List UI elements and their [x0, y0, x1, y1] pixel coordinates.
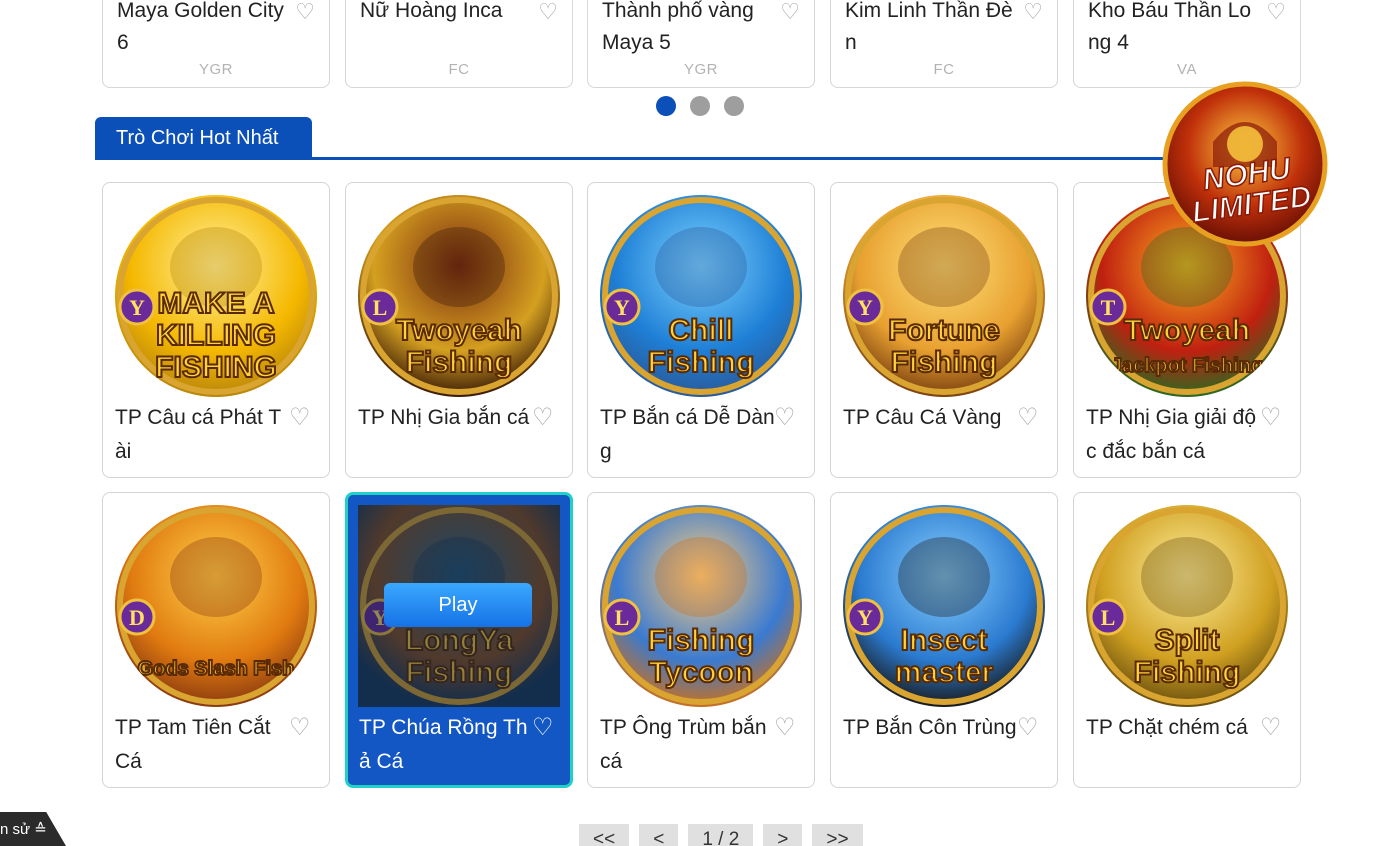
game-card[interactable]: Y MAKE A KILLING FISHING TP Câu cá Phát Tài ♡: [102, 182, 330, 478]
carousel-dot[interactable]: [724, 96, 744, 116]
game-thumbnail[interactable]: L Twoyeah Fishing: [358, 195, 560, 397]
game-art-title: Twoyeah: [1124, 314, 1250, 347]
favorite-heart-icon[interactable]: ♡: [1023, 0, 1043, 25]
game-art-title: Insect: [901, 624, 988, 657]
provider-label: YGR: [198, 61, 233, 78]
provider-letter: L: [373, 295, 388, 320]
game-title[interactable]: TP Câu Cá Vàng: [843, 401, 1019, 435]
provider-label: FC: [448, 61, 470, 78]
game-title[interactable]: TP Bắn cá Dễ Dàng: [600, 401, 776, 469]
game-art-title: Fishing: [1134, 656, 1241, 689]
favorite-heart-icon[interactable]: ♡: [1017, 713, 1039, 743]
game-art-title: KILLING: [156, 319, 276, 352]
game-card[interactable]: Y Chill Fishing TP Bắn cá Dễ Dàng ♡: [587, 182, 815, 478]
game-art-title: MAKE A: [157, 287, 274, 320]
provider-letter: Y: [857, 605, 873, 630]
favorite-heart-icon[interactable]: ♡: [538, 0, 558, 25]
game-art-title: Gods Slash Fish: [138, 658, 295, 680]
favorite-heart-icon[interactable]: ♡: [1017, 403, 1039, 433]
game-title[interactable]: TP Bắn Côn Trùng: [843, 711, 1019, 745]
section-divider: [95, 157, 1195, 160]
top-game-name: Nữ Hoàng Inca: [360, 0, 503, 22]
favorite-heart-icon[interactable]: ♡: [289, 403, 311, 433]
game-art-title: Jackpot Fishing: [1111, 355, 1263, 377]
provider-label: YGR: [683, 61, 718, 78]
provider-letter: Y: [857, 295, 873, 320]
carousel-dots: [656, 96, 744, 116]
game-art-title: Split: [1155, 624, 1220, 657]
game-thumbnail[interactable]: Y Fortune Fishing: [843, 195, 1045, 397]
favorite-heart-icon[interactable]: ♡: [1260, 713, 1282, 743]
game-title[interactable]: TP Chặt chém cá: [1086, 711, 1262, 745]
game-title[interactable]: TP Câu cá Phát Tài: [115, 401, 291, 469]
provider-letter: Y: [614, 295, 630, 320]
game-card[interactable]: L Split Fishing TP Chặt chém cá ♡: [1073, 492, 1301, 788]
favorite-heart-icon[interactable]: ♡: [289, 713, 311, 743]
top-game-name: Maya Golden City6: [117, 0, 284, 54]
game-art-title: Fishing: [648, 346, 755, 379]
pagination: << < 1 / 2 > >>: [579, 824, 863, 846]
pagination-first-button[interactable]: <<: [579, 824, 630, 846]
play-button[interactable]: Play: [384, 583, 532, 627]
favorite-heart-icon[interactable]: ♡: [774, 713, 796, 743]
game-art-title: master: [895, 656, 994, 689]
pagination-next-button[interactable]: >: [763, 824, 803, 846]
game-art-title: Chill: [669, 314, 734, 347]
favorite-heart-icon[interactable]: ♡: [1260, 403, 1282, 433]
history-side-tab[interactable]: n sử ≙: [0, 812, 66, 846]
game-card[interactable]: Y LongYa Fishing Play TP Chúa Rồng Thả Cá ♡: [345, 492, 573, 788]
game-thumbnail[interactable]: Y MAKE A KILLING FISHING: [115, 195, 317, 397]
top-game-name: Kim Linh Thần Đèn: [845, 0, 1013, 54]
game-title[interactable]: TP Ông Trùm bắn cá: [600, 711, 776, 779]
game-thumbnail[interactable]: D Gods Slash Fish: [115, 505, 317, 707]
provider-letter: L: [615, 605, 630, 630]
pagination-page-indicator: 1 / 2: [688, 824, 754, 846]
game-card[interactable]: L Twoyeah Fishing TP Nhị Gia bắn cá ♡: [345, 182, 573, 478]
game-thumbnail[interactable]: Y Chill Fishing: [600, 195, 802, 397]
provider-letter: D: [129, 605, 145, 630]
game-card[interactable]: D Gods Slash Fish TP Tam Tiên Cắt Cá ♡: [102, 492, 330, 788]
game-art-title: Fishing: [648, 624, 755, 657]
top-game-card[interactable]: Thành phố vàng Maya 5 ♡ YGR: [587, 0, 815, 88]
top-game-card[interactable]: Nữ Hoàng Inca ♡ FC: [345, 0, 573, 88]
favorite-heart-icon[interactable]: ♡: [532, 713, 554, 743]
top-game-card[interactable]: Maya Golden City6 ♡ YGR: [102, 0, 330, 88]
game-title[interactable]: TP Tam Tiên Cắt Cá: [115, 711, 291, 779]
favorite-heart-icon[interactable]: ♡: [774, 403, 796, 433]
game-card[interactable]: L Fishing Tycoon TP Ông Trùm bắn cá ♡: [587, 492, 815, 788]
carousel-dot[interactable]: [690, 96, 710, 116]
game-art-title: Twoyeah: [396, 314, 522, 347]
provider-letter: L: [1101, 605, 1116, 630]
carousel-dot[interactable]: [656, 96, 676, 116]
game-thumbnail[interactable]: L Split Fishing: [1086, 505, 1288, 707]
game-title[interactable]: TP Nhị Gia giải độc đắc bắn cá: [1086, 401, 1262, 469]
pagination-last-button[interactable]: >>: [812, 824, 863, 846]
page: Maya Golden City6 ♡ YGR Nữ Hoàng Inca ♡ FC Thà…: [0, 0, 1400, 846]
favorite-heart-icon[interactable]: ♡: [295, 0, 315, 25]
favorite-heart-icon[interactable]: ♡: [532, 403, 554, 433]
provider-letter: Y: [129, 295, 145, 320]
game-art-title: FISHING: [155, 351, 277, 384]
game-art-title: Fishing: [406, 346, 513, 379]
section-tab-hot-games[interactable]: Trò Chơi Hot Nhất: [95, 117, 312, 160]
nohu-limited-badge[interactable]: NOHU LIMITED: [1158, 72, 1333, 247]
game-thumbnail[interactable]: Y Insect master: [843, 505, 1045, 707]
top-game-name: Thành phố vàng Maya 5: [602, 0, 754, 54]
game-thumbnail[interactable]: L Fishing Tycoon: [600, 505, 802, 707]
top-game-card[interactable]: Kim Linh Thần Đèn ♡ FC: [830, 0, 1058, 88]
game-art-title: Fishing: [891, 346, 998, 379]
favorite-heart-icon[interactable]: ♡: [780, 0, 800, 25]
favorite-heart-icon[interactable]: ♡: [1266, 0, 1286, 25]
top-game-name: Kho Báu Thần Long 4: [1088, 0, 1252, 54]
game-art-title: Tycoon: [649, 656, 753, 689]
game-title[interactable]: TP Chúa Rồng Thả Cá: [359, 711, 535, 779]
game-card[interactable]: Y Fortune Fishing TP Câu Cá Vàng ♡: [830, 182, 1058, 478]
provider-label: FC: [933, 61, 955, 78]
game-title[interactable]: TP Nhị Gia bắn cá: [358, 401, 534, 435]
game-card[interactable]: Y Insect master TP Bắn Côn Trùng ♡: [830, 492, 1058, 788]
provider-letter: T: [1101, 295, 1116, 320]
game-art-title: Fortune: [888, 314, 1000, 347]
pagination-prev-button[interactable]: <: [639, 824, 679, 846]
